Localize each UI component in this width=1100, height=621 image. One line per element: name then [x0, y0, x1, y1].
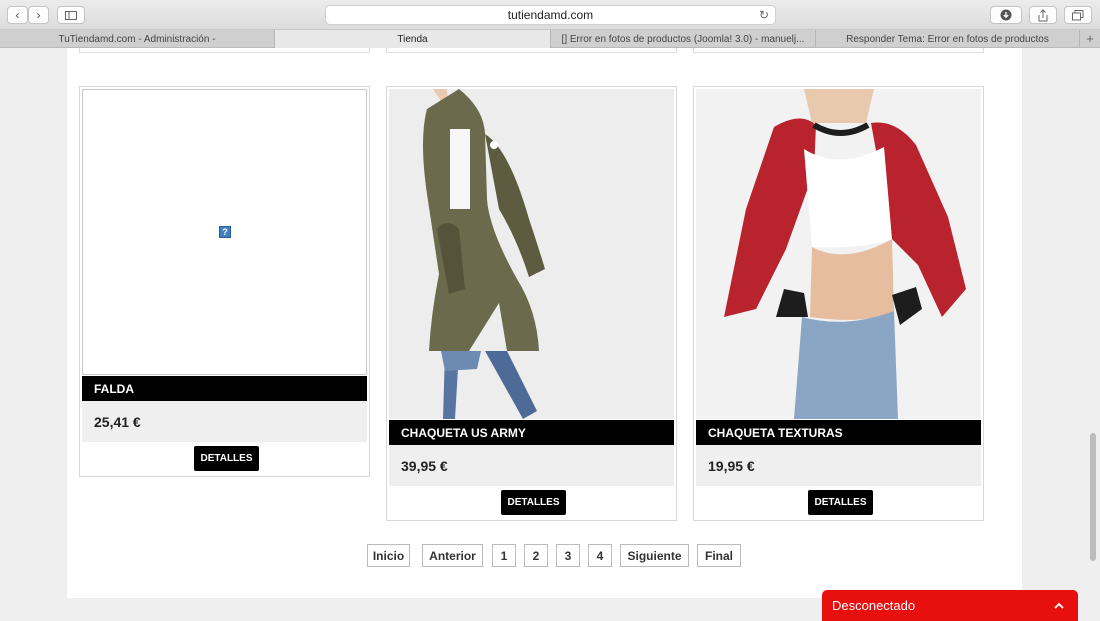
pagination-previous[interactable]: Anterior: [422, 544, 483, 567]
product-card: CHAQUETA TEXTURAS 19,95 € DETALLES: [693, 86, 984, 521]
downloads-button[interactable]: [990, 6, 1022, 24]
previous-card-bottom: [386, 48, 677, 53]
scrollbar[interactable]: [1090, 433, 1096, 561]
browser-toolbar: ‹ › tutiendamd.com ↻: [0, 0, 1100, 30]
previous-card-bottom: [79, 48, 370, 53]
product-card: CHAQUETA US ARMY 39,95 € DETALLES: [386, 86, 677, 521]
url-text: tutiendamd.com: [507, 8, 594, 22]
tab-responder-tema[interactable]: Responder Tema: Error en fotos de produc…: [816, 30, 1080, 48]
reload-icon[interactable]: ↻: [759, 8, 769, 22]
address-bar[interactable]: tutiendamd.com ↻: [325, 5, 776, 25]
pagination-last[interactable]: Final: [697, 544, 741, 567]
new-tab-button[interactable]: +: [1080, 30, 1100, 47]
tab-error-fotos[interactable]: [] Error en fotos de productos (Joomla! …: [551, 30, 816, 48]
forward-button[interactable]: ›: [28, 6, 49, 24]
chevron-left-icon: ‹: [15, 8, 20, 22]
product-name[interactable]: CHAQUETA TEXTURAS: [696, 420, 981, 445]
pagination-page-2[interactable]: 2: [524, 544, 548, 567]
product-card: ? FALDA 25,41 € DETALLES: [79, 86, 370, 477]
pagination-page-1[interactable]: 1: [492, 544, 516, 567]
plus-icon: +: [1086, 31, 1094, 46]
broken-image-icon: ?: [219, 226, 231, 238]
product-image[interactable]: [389, 89, 674, 419]
share-button[interactable]: [1029, 6, 1057, 24]
sidebar-button[interactable]: [57, 6, 85, 24]
product-image[interactable]: ?: [82, 89, 367, 375]
back-button[interactable]: ‹: [7, 6, 28, 24]
share-icon: [1038, 8, 1048, 21]
pagination-next[interactable]: Siguiente: [620, 544, 689, 567]
tabs-icon: [1072, 9, 1084, 20]
product-image[interactable]: [696, 89, 981, 419]
tab-bar: TuTiendamd.com - Administración - Tienda…: [0, 30, 1100, 48]
tab-admin[interactable]: TuTiendamd.com - Administración -: [0, 30, 275, 48]
previous-card-bottom: [693, 48, 984, 53]
pagination-page-3[interactable]: 3: [556, 544, 580, 567]
product-name[interactable]: FALDA: [82, 376, 367, 401]
product-price: 25,41 €: [82, 401, 367, 442]
chat-widget[interactable]: Desconectado: [822, 590, 1078, 621]
details-button[interactable]: DETALLES: [501, 490, 566, 515]
sidebar-icon: [65, 10, 77, 20]
chevron-up-icon[interactable]: [1054, 602, 1064, 609]
details-button[interactable]: DETALLES: [808, 490, 873, 515]
details-button[interactable]: DETALLES: [194, 446, 259, 471]
product-name[interactable]: CHAQUETA US ARMY: [389, 420, 674, 445]
product-price: 39,95 €: [389, 445, 674, 486]
product-price: 19,95 €: [696, 445, 981, 486]
pagination-first[interactable]: Inicio: [367, 544, 410, 567]
chevron-right-icon: ›: [36, 8, 41, 22]
tabs-overview-button[interactable]: [1064, 6, 1092, 24]
tab-tienda[interactable]: Tienda: [275, 30, 551, 48]
chat-status: Desconectado: [832, 598, 916, 613]
download-icon: [1000, 9, 1012, 21]
pagination-page-4[interactable]: 4: [588, 544, 612, 567]
